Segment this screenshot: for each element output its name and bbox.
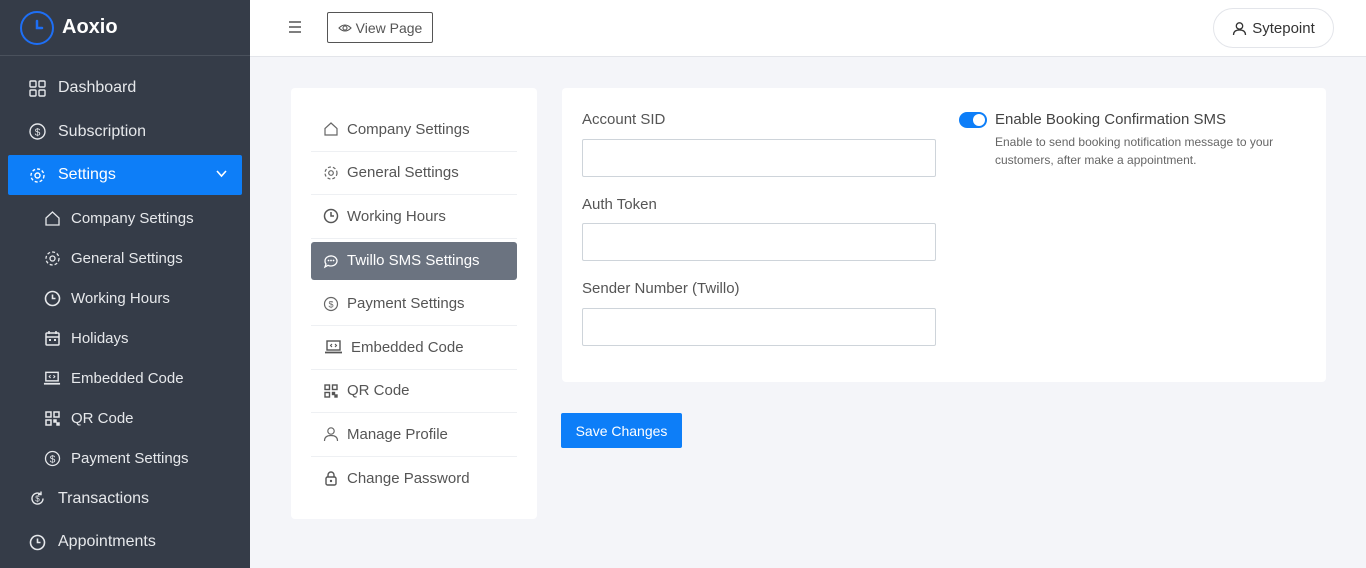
- home-icon: [323, 121, 339, 137]
- clock-icon: [323, 208, 339, 224]
- clock-logo-icon: [20, 10, 54, 45]
- topbar: View Page Sytepoint: [250, 0, 1366, 57]
- menu-item-working-hours[interactable]: Working Hours: [311, 195, 517, 239]
- svg-text:$: $: [34, 128, 40, 139]
- laptop-code-icon: [43, 370, 61, 388]
- menu-item-label: QR Code: [347, 382, 410, 400]
- sidebar-subitem-label: Company Settings: [71, 210, 194, 227]
- save-changes-button[interactable]: Save Changes: [561, 413, 682, 448]
- menu-item-label: Manage Profile: [347, 425, 448, 443]
- booking-sms-toggle-label: Enable Booking Confirmation SMS: [995, 111, 1226, 128]
- sidebar-subitem-payment-settings[interactable]: $ Payment Settings: [0, 439, 250, 479]
- twillo-sms-form: Account SID Auth Token Sender Number (Tw…: [562, 88, 1326, 382]
- sidebar-item-label: Dashboard: [58, 79, 137, 96]
- qr-icon: [43, 410, 61, 428]
- sidebar-item-appointments[interactable]: Appointments: [0, 522, 250, 562]
- sidebar-subitem-label: General Settings: [71, 250, 183, 267]
- sidebar: Aoxio Dashboard $ Subscription Settings: [0, 0, 250, 568]
- qr-icon: [323, 383, 339, 399]
- sidebar-nav: Dashboard $ Subscription Settings Compan…: [0, 56, 250, 562]
- booking-sms-toggle[interactable]: [959, 112, 987, 128]
- gear-icon: [43, 250, 61, 268]
- toggle-knob: [973, 114, 985, 126]
- sidebar-subitem-label: Payment Settings: [71, 450, 189, 467]
- chat-icon: [323, 253, 339, 269]
- menu-item-label: Company Settings: [347, 120, 470, 138]
- sidebar-subitem-working-hours[interactable]: Working Hours: [0, 279, 250, 319]
- menu-item-company-settings[interactable]: Company Settings: [311, 108, 517, 152]
- sidebar-item-label: Transactions: [58, 489, 149, 507]
- sidebar-subitem-holidays[interactable]: Holidays: [0, 319, 250, 359]
- menu-item-label: Working Hours: [347, 207, 446, 225]
- account-sid-input[interactable]: [582, 139, 936, 177]
- hamburger-menu-icon[interactable]: [288, 17, 304, 37]
- menu-item-label: Change Password: [347, 469, 470, 487]
- sidebar-subitem-label: Holidays: [71, 330, 129, 347]
- sender-number-input[interactable]: [582, 308, 936, 346]
- sidebar-item-label: Subscription: [58, 122, 147, 140]
- menu-item-embedded-code[interactable]: Embedded Code: [311, 326, 517, 370]
- svg-text:$: $: [328, 299, 333, 309]
- sidebar-subitem-embedded-code[interactable]: Embedded Code: [0, 359, 250, 399]
- sidebar-item-label: Appointments: [58, 533, 156, 550]
- settings-menu: Company Settings General Settings Workin…: [291, 88, 537, 519]
- laptop-code-icon: [323, 339, 343, 355]
- view-page-label: View Page: [355, 19, 423, 36]
- user-menu-button[interactable]: Sytepoint: [1213, 8, 1334, 48]
- auth-token-input[interactable]: [582, 223, 936, 261]
- sidebar-item-subscription[interactable]: $ Subscription: [0, 112, 250, 152]
- menu-item-label: Twillo SMS Settings: [347, 252, 480, 269]
- svg-text:$: $: [35, 495, 40, 504]
- menu-item-manage-profile[interactable]: Manage Profile: [311, 413, 517, 457]
- svg-text:$: $: [49, 455, 55, 466]
- calendar-icon: [43, 330, 61, 348]
- home-icon: [43, 210, 61, 228]
- clock-icon: [43, 290, 61, 308]
- dollar-circle-icon: $: [323, 296, 339, 312]
- user-name: Sytepoint: [1252, 19, 1315, 37]
- menu-item-label: Payment Settings: [347, 295, 465, 313]
- grid-icon: [28, 79, 46, 97]
- sidebar-subitem-general-settings[interactable]: General Settings: [0, 239, 250, 279]
- sidebar-item-transactions[interactable]: $ Transactions: [0, 479, 250, 519]
- account-sid-label: Account SID: [582, 111, 666, 128]
- user-icon: [323, 426, 339, 442]
- auth-token-label: Auth Token: [582, 196, 657, 213]
- menu-item-change-password[interactable]: Change Password: [311, 457, 517, 501]
- brand-name: Aoxio: [62, 16, 118, 38]
- sidebar-subitem-qr-code[interactable]: QR Code: [0, 399, 250, 439]
- sender-number-label: Sender Number (Twillo): [582, 280, 740, 297]
- menu-item-qr-code[interactable]: QR Code: [311, 370, 517, 413]
- sidebar-subitem-label: QR Code: [71, 410, 134, 427]
- lock-icon: [323, 470, 339, 486]
- menu-item-general-settings[interactable]: General Settings: [311, 152, 517, 195]
- view-page-button[interactable]: View Page: [327, 12, 433, 43]
- menu-item-payment-settings[interactable]: $ Payment Settings: [311, 283, 517, 326]
- menu-item-label: Embedded Code: [351, 338, 464, 356]
- clock-icon: [28, 533, 46, 551]
- menu-item-twillo-sms-settings[interactable]: Twillo SMS Settings: [311, 241, 517, 280]
- gear-icon: [323, 165, 339, 181]
- sidebar-item-dashboard[interactable]: Dashboard: [0, 68, 250, 108]
- sidebar-item-settings[interactable]: Settings: [8, 155, 242, 195]
- sidebar-subitem-label: Working Hours: [71, 290, 170, 307]
- dollar-circle-icon: $: [28, 123, 46, 141]
- user-icon: [1232, 21, 1247, 36]
- cycle-dollar-icon: $: [28, 490, 46, 508]
- booking-sms-toggle-description: Enable to send booking notification mess…: [995, 135, 1274, 167]
- gear-icon: [28, 166, 46, 184]
- sidebar-item-label: Settings: [58, 166, 116, 183]
- menu-item-label: General Settings: [347, 164, 459, 182]
- chevron-down-icon: [215, 167, 228, 185]
- dollar-circle-icon: $: [43, 450, 61, 468]
- sidebar-subitem-label: Embedded Code: [71, 370, 184, 387]
- sidebar-subitem-company-settings[interactable]: Company Settings: [0, 199, 250, 239]
- brand[interactable]: Aoxio: [0, 0, 250, 56]
- eye-icon: [337, 22, 352, 34]
